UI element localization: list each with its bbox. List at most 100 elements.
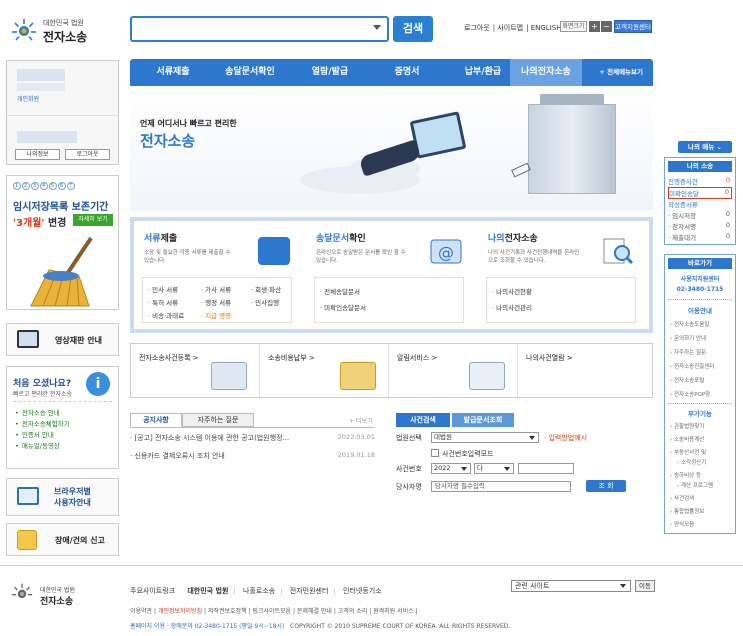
case-number-input[interactable]: [518, 463, 574, 474]
my-menu-button[interactable]: 나의 메뉴 ⌄: [678, 141, 732, 153]
list-item[interactable]: 전체송달문서: [320, 286, 360, 296]
promo-more-button[interactable]: 자세히 보기: [73, 214, 113, 226]
report-link[interactable]: 장애/건의 신고: [6, 523, 119, 556]
my-case-row[interactable]: · 전자서명 0: [668, 221, 732, 231]
list-item[interactable]: 양식모음: [670, 521, 694, 529]
list-item[interactable]: 전자소송체험하기: [15, 419, 70, 430]
list-item[interactable]: 전자소송도움말: [670, 321, 709, 329]
list-item[interactable]: 민사 서류: [148, 284, 178, 294]
list-item[interactable]: 통합법률정보: [670, 508, 704, 516]
service-title[interactable]: 서류제출: [144, 231, 177, 244]
quick-link-alert-service[interactable]: 알림서비스 >: [389, 344, 518, 397]
tab-notice[interactable]: 공지사항: [130, 413, 182, 427]
list-item[interactable]: 가사 서류: [201, 284, 231, 294]
tab-faq[interactable]: 자주하는 질문: [182, 413, 254, 427]
list-item[interactable]: 자주하는 질문: [670, 349, 706, 357]
tab-issued-docs[interactable]: 발급문서조회: [452, 413, 514, 427]
shortcut-heading: 바로가기: [668, 258, 732, 269]
input-method-link[interactable]: · 입력방법예시: [544, 433, 587, 443]
list-item[interactable]: 소송비용계산: [670, 436, 704, 444]
policy-links[interactable]: | 저작권보호정책 | 링크사이트모음 | 문제해결 안내 | 고객의 소리 |…: [204, 608, 418, 615]
search-button[interactable]: 검색: [393, 16, 433, 42]
list-item[interactable]: 회생·파산: [251, 284, 281, 294]
related-sites-select[interactable]: 관련 사이트: [511, 580, 631, 592]
case-type-select[interactable]: 다: [474, 463, 514, 474]
footer-link[interactable]: 대한민국 법원: [187, 587, 228, 595]
service-title[interactable]: 송달문서확인: [316, 231, 366, 244]
case-search-button[interactable]: 조 회: [586, 480, 626, 492]
my-case-row[interactable]: · 제출대기 0: [668, 232, 732, 242]
go-button[interactable]: 이동: [635, 580, 655, 592]
list-item[interactable]: 나의사건관리: [492, 302, 532, 312]
notice-more-link[interactable]: + 더보기: [349, 416, 373, 425]
banner-dot[interactable]: 5: [49, 182, 57, 190]
nav-item-submit[interactable]: 서류제출: [136, 59, 210, 86]
banner-dot[interactable]: 7: [67, 182, 75, 190]
my-case-row[interactable]: 미확인송달 0: [668, 187, 732, 199]
support-center-name[interactable]: 사용지지원센터: [667, 275, 733, 285]
list-item[interactable]: 지급 명령: [201, 310, 231, 320]
nav-item-delivery[interactable]: 송달문서확인: [210, 59, 290, 86]
list-item[interactable]: 송하비상 등: [670, 472, 701, 480]
nav-item-certificate[interactable]: 증명서: [370, 59, 444, 86]
list-item[interactable]: 나의사건현황: [492, 286, 532, 296]
list-item[interactable]: 사건검색: [670, 495, 694, 503]
list-item[interactable]: 미확인송달문서: [320, 302, 366, 312]
footer-link[interactable]: 전자민원센터: [290, 587, 329, 595]
logout-link[interactable]: 로그아웃: [464, 24, 490, 32]
my-info-button[interactable]: 나의정보: [15, 149, 60, 160]
my-case-row[interactable]: · 임시저장 0: [668, 210, 732, 220]
banner-dot[interactable]: 6: [58, 182, 66, 190]
nav-item-view[interactable]: 열람/발급: [290, 59, 370, 86]
zoom-in-button[interactable]: +: [589, 21, 600, 32]
list-item[interactable]: 행정 서류: [201, 297, 231, 307]
site-logo[interactable]: 대한민국 법원 전자소송: [10, 15, 110, 49]
list-item[interactable]: 비송·과태료: [148, 310, 184, 320]
english-link[interactable]: ENGLISH: [531, 24, 562, 32]
customer-center-link[interactable]: 고객지원센터: [614, 20, 652, 33]
list-item[interactable]: 전자소송POP창: [670, 391, 710, 399]
list-item[interactable]: 전자소송포털: [670, 377, 704, 385]
banner-dot[interactable]: 2: [22, 182, 30, 190]
list-item[interactable]: 전자소송 안내: [15, 408, 70, 419]
list-item[interactable]: 인증서 안내: [15, 430, 70, 441]
case-mode-checkbox[interactable]: [431, 449, 439, 457]
list-item[interactable]: 부동산사건 및: [670, 449, 706, 457]
privacy-link[interactable]: 개인정보처리방침: [158, 608, 202, 615]
list-item[interactable]: 매뉴얼/동영상: [15, 441, 70, 452]
court-select[interactable]: 대법원: [431, 432, 539, 443]
footer-link[interactable]: 인터넷등기소: [343, 587, 382, 595]
list-item[interactable]: 전자소송진흥센터: [670, 363, 714, 371]
my-case-row[interactable]: 작성중서류: [668, 199, 732, 209]
quick-link-case-register[interactable]: 전자소송사건등록 >: [131, 344, 260, 397]
list-item[interactable]: 문의하기 안내: [670, 335, 706, 343]
nav-item-my-ecourt[interactable]: 나의전자소송: [510, 59, 582, 86]
video-trial-link[interactable]: 영상재판 안내: [6, 323, 119, 356]
year-select[interactable]: 2022: [431, 463, 471, 474]
list-item[interactable]: 특허 서류: [148, 297, 178, 307]
logout-button[interactable]: 로그아웃: [65, 149, 110, 160]
search-input[interactable]: [130, 16, 389, 42]
terms-link[interactable]: 이용약관: [130, 608, 152, 615]
sitemap-link[interactable]: 사이트맵: [497, 24, 523, 32]
list-item[interactable]: 소각정산기: [677, 459, 706, 467]
quick-link-fee-payment[interactable]: 소송비용납부 >: [260, 344, 389, 397]
quick-link-case-view[interactable]: 나의사건열람 >: [518, 344, 652, 397]
footer-link[interactable]: 나홀로소송: [243, 587, 275, 595]
list-item[interactable]: 관할법원찾기: [670, 423, 704, 431]
zoom-out-button[interactable]: −: [601, 21, 612, 32]
tab-case-search[interactable]: 사건검색: [396, 413, 450, 427]
list-item[interactable]: 민사집행: [251, 297, 279, 307]
list-item[interactable]: 계산 프로그램: [677, 482, 713, 490]
banner-dot[interactable]: 1: [13, 182, 21, 190]
service-title[interactable]: 나의전자소송: [488, 231, 538, 244]
chevron-down-icon[interactable]: [373, 25, 381, 30]
table-row[interactable]: · 신용카드 결제오류시 조치 안내 2019.01.18: [130, 451, 375, 461]
banner-dot[interactable]: 4: [40, 182, 48, 190]
my-case-row[interactable]: 진행중사건 0: [668, 176, 732, 186]
table-row[interactable]: · [공고] 전자소송 시스템 이용에 관한 공고(법원행정... 2022.0…: [130, 433, 375, 443]
all-menu-link[interactable]: + 전체메뉴보기: [599, 59, 643, 86]
party-name-input[interactable]: 당사자명 필수입력: [431, 481, 571, 492]
banner-dot[interactable]: 3: [31, 182, 39, 190]
browser-guide-link[interactable]: 브라우저별 사용자안내: [6, 478, 119, 516]
